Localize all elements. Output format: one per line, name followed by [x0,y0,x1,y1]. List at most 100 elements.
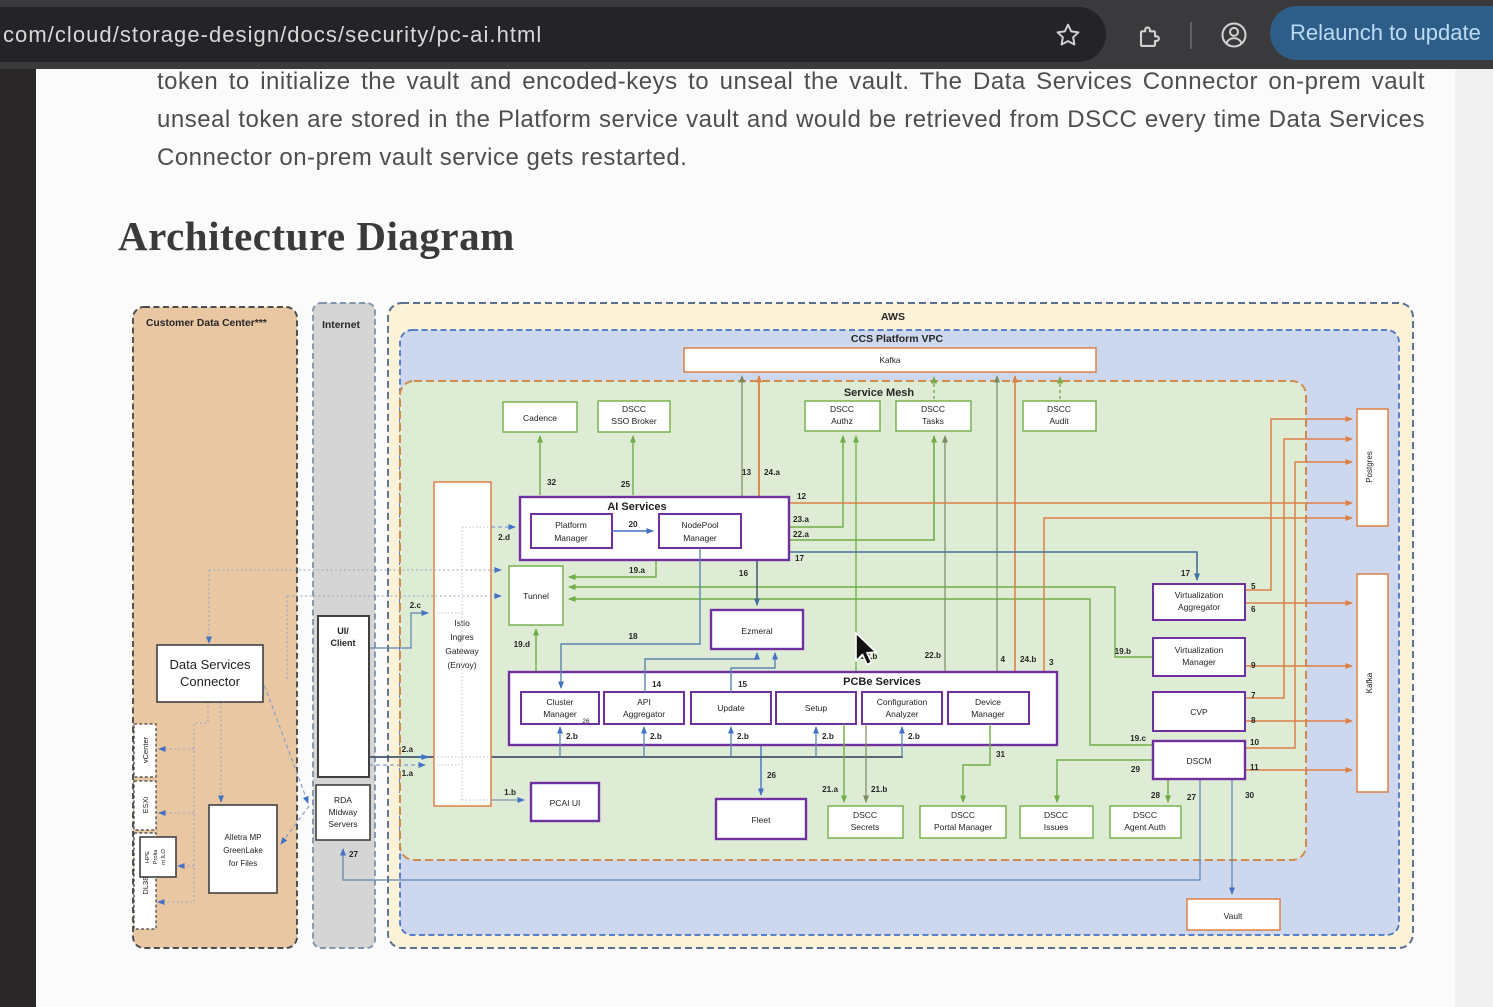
svg-text:26: 26 [767,771,777,780]
svg-text:10: 10 [1250,738,1260,747]
svg-text:for Files: for Files [229,859,257,868]
svg-text:Data Services: Data Services [170,657,251,672]
svg-text:1.b: 1.b [504,788,516,797]
svg-text:Midway: Midway [329,807,359,817]
svg-text:3: 3 [1049,658,1054,667]
svg-text:19.b: 19.b [1115,647,1131,656]
svg-text:Portal Manager: Portal Manager [934,822,992,832]
svg-text:31: 31 [996,750,1006,759]
svg-text:Client: Client [330,638,355,648]
svg-text:Manager: Manager [971,709,1005,719]
svg-text:Connector: Connector [180,674,241,689]
svg-text:Authz: Authz [831,416,853,426]
svg-text:2.c: 2.c [410,601,422,610]
svg-text:Ezmeral: Ezmeral [741,626,772,636]
svg-text:PCAI UI: PCAI UI [550,798,581,808]
svg-text:20: 20 [628,520,638,529]
svg-text:24.b: 24.b [1020,655,1036,664]
svg-text:DSCC: DSCC [1044,810,1068,820]
svg-text:2.b: 2.b [822,732,834,741]
svg-text:27: 27 [1187,793,1197,802]
svg-text:Manager: Manager [683,533,717,543]
svg-text:Aggregator: Aggregator [623,709,665,719]
svg-text:18: 18 [628,632,638,641]
svg-text:RDA: RDA [334,795,352,805]
svg-text:23.a: 23.a [793,515,809,524]
svg-text:25: 25 [621,480,631,489]
svg-text:8: 8 [1251,716,1256,725]
svg-text:Virtualization: Virtualization [1175,645,1224,655]
svg-text:Vault: Vault [1224,911,1243,921]
svg-text:DSCC: DSCC [853,810,877,820]
svg-text:(Envoy): (Envoy) [447,660,476,670]
svg-text:AI Services: AI Services [607,501,666,513]
svg-text:28: 28 [1151,791,1161,800]
svg-text:5: 5 [1251,582,1256,591]
svg-text:Fleet: Fleet [752,815,772,825]
svg-text:Virtualization: Virtualization [1175,590,1224,600]
svg-text:Audit: Audit [1049,416,1069,426]
svg-text:DSCC: DSCC [1133,810,1157,820]
svg-text:27: 27 [349,850,359,859]
svg-text:7: 7 [1251,691,1256,700]
svg-text:Servers: Servers [328,819,357,829]
svg-text:Update: Update [717,703,745,713]
svg-text:30: 30 [1245,791,1255,800]
svg-text:Internet: Internet [322,320,360,331]
svg-text:32: 32 [547,478,557,487]
svg-text:DSCC: DSCC [921,404,945,414]
svg-text:API: API [637,697,651,707]
svg-text:Alletra MP: Alletra MP [225,833,262,842]
svg-text:Issues: Issues [1044,822,1069,832]
svg-text:Service Mesh: Service Mesh [844,387,915,399]
svg-text:UI/: UI/ [337,626,349,636]
svg-text:Customer Data Center***: Customer Data Center*** [146,318,267,329]
svg-text:SSO Broker: SSO Broker [611,416,657,426]
svg-text:21.b: 21.b [871,785,887,794]
svg-text:Kafka: Kafka [1365,672,1374,693]
svg-text:Prolia: Prolia [153,849,159,865]
svg-text:Postgres: Postgres [1365,451,1374,483]
svg-text:17: 17 [1181,569,1191,578]
svg-text:DSCC: DSCC [951,810,975,820]
svg-text:Ingres: Ingres [450,632,474,642]
svg-text:Device: Device [975,697,1001,707]
svg-text:4: 4 [1000,655,1005,664]
svg-text:Manager: Manager [543,709,577,719]
svg-text:Tunnel: Tunnel [523,591,549,601]
svg-text:2.b: 2.b [737,732,749,741]
svg-text:22.a: 22.a [793,530,809,539]
svg-text:Tasks: Tasks [922,416,944,426]
svg-text:2.d: 2.d [498,533,510,542]
svg-text:2.b: 2.b [566,732,578,741]
svg-text:CCS Platform VPC: CCS Platform VPC [851,333,944,345]
svg-text:DSCC: DSCC [830,404,854,414]
svg-text:HPE: HPE [145,851,151,863]
svg-text:GreenLake: GreenLake [223,846,263,855]
svg-text:vCenter: vCenter [141,736,150,763]
svg-text:16: 16 [739,569,749,578]
svg-text:19.c: 19.c [1130,734,1146,743]
svg-text:Manager: Manager [554,533,588,543]
svg-text:Istio: Istio [454,618,470,628]
svg-text:Cluster: Cluster [547,697,574,707]
svg-text:12: 12 [797,492,807,501]
svg-text:DSCC: DSCC [1047,404,1071,414]
svg-text:21.a: 21.a [822,785,838,794]
svg-text:Manager: Manager [1182,657,1216,667]
svg-text:24.a: 24.a [764,468,780,477]
svg-text:2.b: 2.b [908,732,920,741]
svg-text:DSCM: DSCM [1186,756,1211,766]
svg-text:CVP: CVP [1190,707,1208,717]
svg-text:Secrets: Secrets [851,822,880,832]
svg-text:Kafka: Kafka [880,356,901,365]
svg-text:2.a: 2.a [402,745,414,754]
svg-text:17: 17 [795,554,805,563]
svg-text:29: 29 [1131,765,1141,774]
svg-text:nt ILO: nt ILO [161,849,167,865]
svg-text:26: 26 [582,718,590,725]
svg-text:Analyzer: Analyzer [885,709,918,719]
svg-text:19.d: 19.d [514,640,530,649]
svg-text:Configuration: Configuration [877,697,928,707]
svg-text:Setup: Setup [805,703,827,713]
